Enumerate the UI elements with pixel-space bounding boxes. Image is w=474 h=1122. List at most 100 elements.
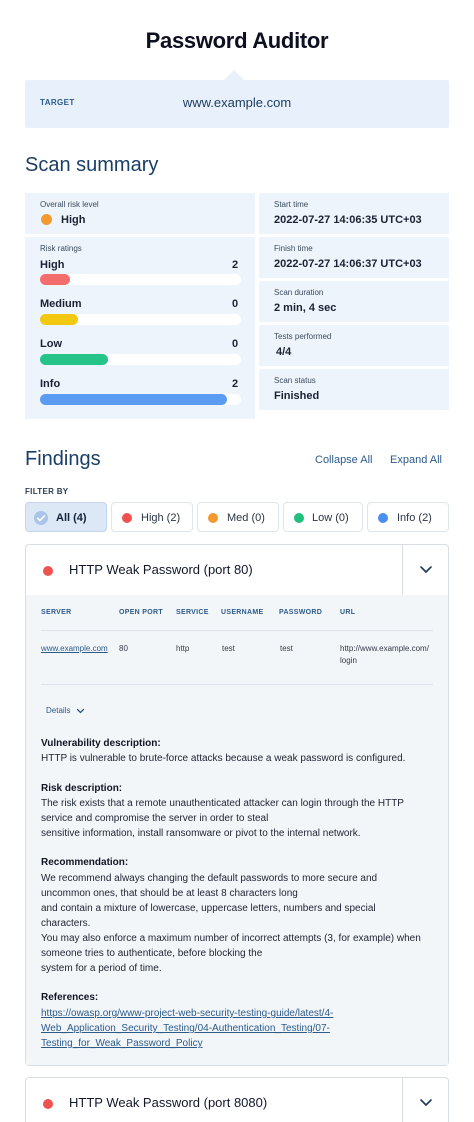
finding-title: HTTP Weak Password (port 80): [69, 562, 253, 577]
risk-line: service and compromise the server in ord…: [41, 813, 269, 824]
filter-label: FILTER BY: [25, 487, 69, 496]
target-box: TARGET www.example.com: [25, 80, 449, 128]
ref-line: https://owasp.org/www-project-web-securi…: [41, 1008, 334, 1019]
risk-ratings-label: Risk ratings: [40, 244, 82, 253]
rec-line: system for a period of time.: [41, 963, 162, 974]
recommendation-title: Recommendation:: [41, 857, 129, 868]
col-service: SERVICE: [176, 609, 209, 616]
expand-toggle[interactable]: [402, 545, 448, 595]
scan-duration-label: Scan duration: [274, 288, 324, 297]
findings-heading: Findings: [25, 448, 101, 470]
finish-time-value: 2022-07-27 14:06:37 UTC+03: [274, 258, 422, 270]
filter-all-label: All (4): [56, 512, 87, 524]
low-dot-icon: [294, 513, 304, 523]
cell-port: 80: [119, 644, 128, 653]
overall-risk-dot: [41, 214, 52, 225]
risk-text: The risk exists that a remote unauthenti…: [41, 796, 436, 841]
scan-status-panel: Scan status Finished: [259, 369, 449, 410]
rating-medium-label: Medium: [40, 298, 82, 310]
filter-med-label: Med (0): [227, 512, 265, 524]
rating-high-label: High: [40, 259, 65, 271]
tests-performed-label: Tests performed: [274, 332, 332, 341]
filter-low-label: Low (0): [312, 512, 349, 524]
rating-high-bar: [40, 274, 241, 285]
start-time-label: Start time: [274, 200, 309, 209]
rating-info-label: Info: [40, 378, 61, 390]
start-time-value: 2022-07-27 14:06:35 UTC+03: [274, 214, 422, 226]
filter-med[interactable]: Med (0): [197, 502, 279, 532]
finding-header[interactable]: HTTP Weak Password (port 8080): [26, 1078, 448, 1122]
col-password: PASSWORD: [279, 609, 323, 616]
chevron-down-icon: [420, 1099, 432, 1106]
target-value: www.example.com: [182, 95, 292, 110]
rating-info-bar: [40, 394, 241, 405]
target-notch: [224, 70, 244, 80]
reference-link[interactable]: https://owasp.org/www-project-web-securi…: [41, 1006, 436, 1051]
risk-line: The risk exists that a remote unauthenti…: [41, 798, 404, 809]
details-label: Details: [46, 706, 71, 715]
rating-low-bar: [40, 354, 241, 365]
filter-high[interactable]: High (2): [111, 502, 193, 532]
expand-all-button[interactable]: Expand All: [390, 454, 442, 466]
cell-url-line2: login: [340, 656, 357, 665]
table-divider: [41, 630, 433, 631]
rating-info-count: 2: [232, 378, 239, 390]
filter-info[interactable]: Info (2): [367, 502, 449, 532]
cell-username: test: [222, 644, 235, 653]
references-title: References:: [41, 992, 99, 1003]
risk-ratings-panel: Risk ratings High 2 Medium 0 Low 0 Info …: [25, 237, 255, 419]
server-link[interactable]: www.example.com: [41, 643, 108, 655]
collapse-all-button[interactable]: Collapse All: [315, 454, 372, 466]
cell-service: http: [176, 644, 190, 653]
page-title: Password Auditor: [145, 28, 329, 53]
scan-status-value: Finished: [274, 390, 320, 402]
vuln-title: Vulnerability description:: [41, 738, 161, 749]
tests-performed-value: 4/4: [276, 346, 292, 358]
details-divider: [41, 684, 433, 685]
finish-time-label: Finish time: [274, 244, 313, 253]
details-toggle[interactable]: Details: [46, 706, 85, 715]
expand-toggle[interactable]: [402, 1078, 448, 1122]
ref-line: Web_Application_Security_Testing/04-Auth…: [41, 1023, 330, 1034]
finding-header[interactable]: HTTP Weak Password (port 80): [26, 545, 448, 595]
filter-all[interactable]: All (4): [25, 502, 107, 532]
finish-time-panel: Finish time 2022-07-27 14:06:37 UTC+03: [259, 237, 449, 278]
cell-url: http://www.example.com/ login: [340, 643, 429, 667]
tests-performed-panel: Tests performed 4/4: [259, 325, 449, 366]
col-server: SERVER: [41, 609, 72, 616]
overall-risk-label: Overall risk level: [40, 200, 99, 209]
check-icon: [34, 511, 48, 525]
med-dot-icon: [208, 513, 218, 523]
rating-low-label: Low: [40, 338, 62, 350]
rec-line: characters.: [41, 918, 91, 929]
overall-risk-value: High: [61, 214, 86, 226]
rating-medium-count: 0: [232, 298, 239, 310]
rating-high-fill: [40, 274, 71, 285]
start-time-panel: Start time 2022-07-27 14:06:35 UTC+03: [259, 193, 449, 234]
rec-line: uncommon ones, that should be at least 8…: [41, 888, 298, 899]
severity-high-dot: [43, 566, 53, 576]
rating-medium-fill: [40, 314, 79, 325]
high-dot-icon: [122, 513, 132, 523]
filter-info-label: Info (2): [397, 512, 432, 524]
recommendation-text: We recommend always changing the default…: [41, 871, 436, 976]
cell-password: test: [280, 644, 293, 653]
chevron-down-icon: [76, 708, 84, 714]
rec-line: someone tries to authenticate, before bl…: [41, 948, 263, 959]
col-username: USERNAME: [221, 609, 264, 616]
scan-status-label: Scan status: [274, 376, 316, 385]
scan-summary-heading: Scan summary: [25, 154, 159, 176]
info-dot-icon: [378, 513, 388, 523]
risk-line: sensitive information, install ransomwar…: [41, 828, 361, 839]
severity-high-dot: [43, 1099, 53, 1109]
col-url: URL: [340, 609, 356, 616]
cell-url-line1: http://www.example.com/: [340, 644, 429, 653]
rating-low-count: 0: [232, 338, 239, 350]
rec-line: and contain a mixture of lowercase, uppe…: [41, 903, 376, 914]
filter-low[interactable]: Low (0): [283, 502, 363, 532]
rec-line: You may also enforce a maximum number of…: [41, 933, 421, 944]
chevron-down-icon: [420, 566, 432, 573]
scan-duration-value: 2 min, 4 sec: [274, 302, 337, 314]
rating-high-count: 2: [232, 259, 239, 271]
risk-title: Risk description:: [41, 783, 123, 794]
